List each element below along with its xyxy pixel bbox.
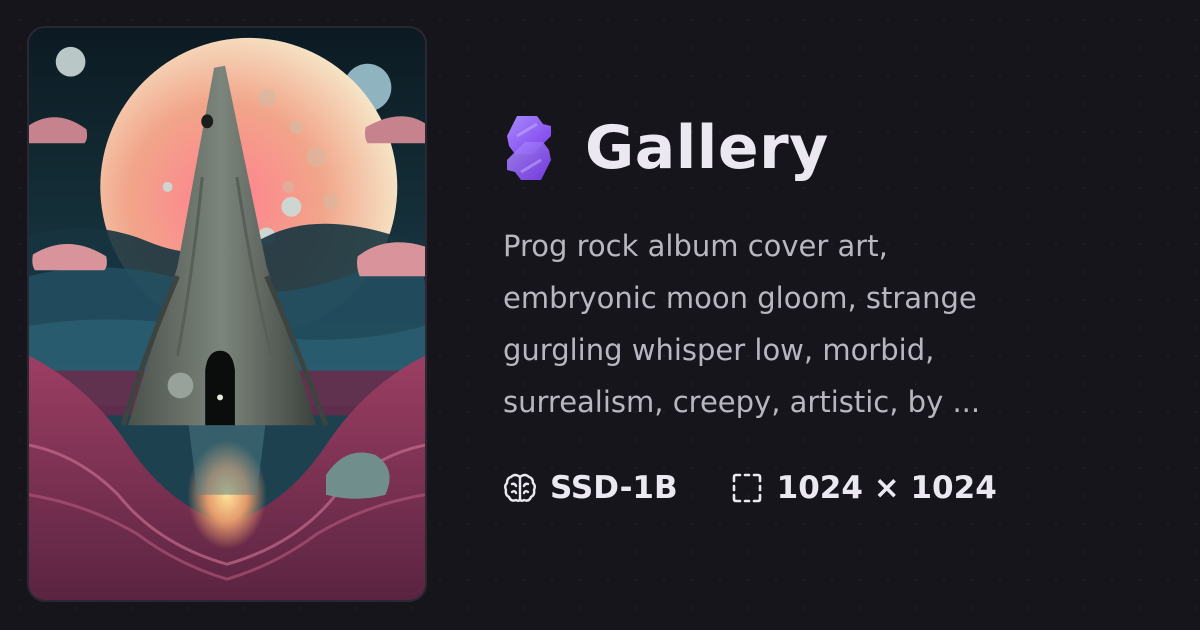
model-label: SSD-1B	[550, 470, 678, 506]
dashed-frame-icon	[732, 473, 761, 503]
brain-icon	[504, 473, 536, 502]
model-info: SSD-1B	[503, 470, 678, 506]
info-panel: Gallery Prog rock album cover art, embry…	[503, 0, 1163, 630]
page-title: Gallery	[585, 113, 829, 183]
size-label: 1024 × 1024	[776, 470, 997, 506]
prompt-line: embryonic moon gloom, strange	[503, 281, 977, 315]
prompt-line: Prog rock album cover art,	[503, 229, 888, 263]
gallery-logo-icon	[507, 116, 551, 180]
title-row: Gallery	[503, 112, 829, 184]
meta-row: SSD-1B 1024 × 1024	[503, 466, 997, 510]
generated-artwork	[27, 26, 427, 602]
size-info: 1024 × 1024	[730, 470, 997, 506]
artwork-illustration	[29, 28, 425, 600]
og-card: Gallery Prog rock album cover art, embry…	[0, 0, 1200, 630]
prompt-line: surrealism, creepy, artistic, by ...	[503, 385, 981, 419]
prompt-text: Prog rock album cover art, embryonic moo…	[503, 220, 1103, 428]
prompt-line: gurgling whisper low, morbid,	[503, 333, 935, 367]
